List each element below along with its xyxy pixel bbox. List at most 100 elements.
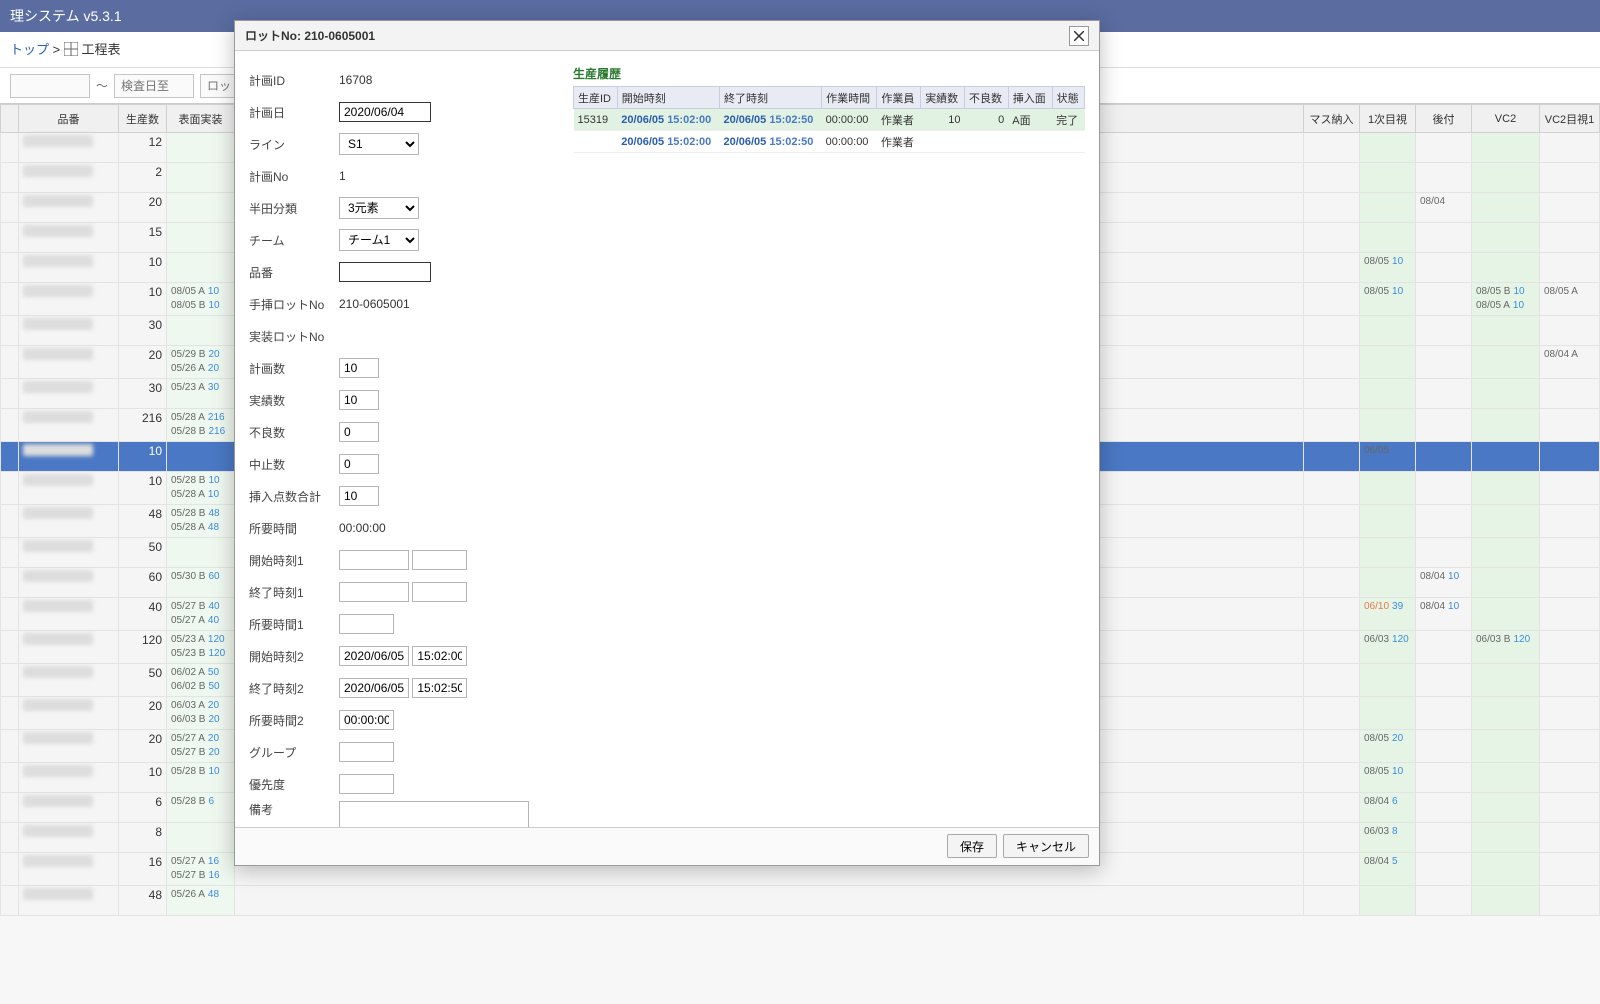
cell-process[interactable]: 08/0410 xyxy=(1416,568,1472,598)
cell-process[interactable] xyxy=(1360,193,1416,223)
cell-process[interactable]: 08/0520 xyxy=(1360,730,1416,763)
cell-process[interactable] xyxy=(1304,598,1360,631)
cell-process[interactable] xyxy=(1360,163,1416,193)
col-qty[interactable]: 生産数 xyxy=(119,105,167,133)
cell-process[interactable] xyxy=(1304,697,1360,730)
plan-date-input[interactable] xyxy=(339,102,431,122)
cell-process[interactable] xyxy=(1304,472,1360,505)
cell-process[interactable] xyxy=(1540,823,1600,853)
cell-process[interactable]: 06/05 xyxy=(1360,442,1416,472)
cell-process[interactable] xyxy=(1304,442,1360,472)
cell-process[interactable] xyxy=(167,223,235,253)
cell-process[interactable] xyxy=(167,823,235,853)
cell-process[interactable] xyxy=(1304,379,1360,409)
cell-process[interactable]: 05/28 B10 xyxy=(167,763,235,793)
cell-process[interactable] xyxy=(1304,163,1360,193)
cell-process[interactable] xyxy=(1540,409,1600,442)
cell-process[interactable] xyxy=(1416,409,1472,442)
cell-process[interactable] xyxy=(167,163,235,193)
cell-process[interactable] xyxy=(1304,853,1360,886)
cell-process[interactable]: 05/28 B1005/28 A10 xyxy=(167,472,235,505)
cell-process[interactable] xyxy=(1304,763,1360,793)
cell-process[interactable] xyxy=(1416,505,1472,538)
cell-process[interactable] xyxy=(1360,697,1416,730)
cell-process[interactable] xyxy=(1472,472,1540,505)
cell-process[interactable] xyxy=(1540,568,1600,598)
cell-process[interactable] xyxy=(1472,223,1540,253)
cell-process[interactable] xyxy=(1540,730,1600,763)
cell-process[interactable]: 06/1039 xyxy=(1360,598,1416,631)
cell-process[interactable] xyxy=(1416,283,1472,316)
cell-process[interactable] xyxy=(1472,316,1540,346)
cell-process[interactable] xyxy=(1360,538,1416,568)
ins-input[interactable] xyxy=(339,486,379,506)
cell-process[interactable] xyxy=(1416,379,1472,409)
plan-qty-input[interactable] xyxy=(339,358,379,378)
col-part[interactable]: 品番 xyxy=(19,105,119,133)
cell-process[interactable]: 08/04 A xyxy=(1540,346,1600,379)
cell-process[interactable] xyxy=(1540,793,1600,823)
cell-process[interactable] xyxy=(1360,409,1416,442)
cell-process[interactable] xyxy=(1472,253,1540,283)
cell-process[interactable] xyxy=(1540,223,1600,253)
cell-process[interactable]: 08/045 xyxy=(1360,853,1416,886)
cell-process[interactable] xyxy=(1540,253,1600,283)
col-vc2[interactable]: VC2 xyxy=(1472,105,1540,133)
cell-process[interactable] xyxy=(1416,793,1472,823)
cell-process[interactable] xyxy=(1360,664,1416,697)
cell-process[interactable] xyxy=(167,316,235,346)
cell-process[interactable] xyxy=(1416,886,1472,916)
cell-process[interactable] xyxy=(1360,316,1416,346)
cell-process[interactable]: 08/046 xyxy=(1360,793,1416,823)
cell-process[interactable] xyxy=(1304,133,1360,163)
cell-process[interactable] xyxy=(1304,730,1360,763)
cell-process[interactable] xyxy=(1304,193,1360,223)
cell-process[interactable] xyxy=(1472,193,1540,223)
cell-process[interactable] xyxy=(1540,379,1600,409)
cell-process[interactable] xyxy=(1472,346,1540,379)
st1-date-input[interactable] xyxy=(339,550,409,570)
cancel-button[interactable]: キャンセル xyxy=(1003,834,1089,858)
cell-process[interactable] xyxy=(1416,316,1472,346)
cell-process[interactable] xyxy=(1304,664,1360,697)
cell-process[interactable] xyxy=(1416,253,1472,283)
cell-process[interactable] xyxy=(1472,697,1540,730)
cell-process[interactable]: 08/0510 xyxy=(1360,253,1416,283)
cell-process[interactable] xyxy=(1472,568,1540,598)
cell-process[interactable] xyxy=(1540,631,1600,664)
cell-process[interactable] xyxy=(1540,193,1600,223)
cell-process[interactable] xyxy=(1416,442,1472,472)
cell-process[interactable] xyxy=(1540,133,1600,163)
cell-process[interactable] xyxy=(1360,505,1416,538)
stop-input[interactable] xyxy=(339,454,379,474)
cell-process[interactable] xyxy=(1472,133,1540,163)
cell-process[interactable] xyxy=(1304,346,1360,379)
cell-process[interactable] xyxy=(1472,823,1540,853)
cell-process[interactable]: 05/23 A30 xyxy=(167,379,235,409)
cell-process[interactable]: 08/04 xyxy=(1416,193,1472,223)
history-row[interactable]: 20/06/05 15:02:0020/06/05 15:02:5000:00:… xyxy=(574,131,1085,153)
breadcrumb-top[interactable]: トップ xyxy=(10,42,49,57)
cell-process[interactable] xyxy=(1472,730,1540,763)
cell-process[interactable]: 05/28 B6 xyxy=(167,793,235,823)
cell-process[interactable] xyxy=(1472,793,1540,823)
cell-process[interactable] xyxy=(1360,379,1416,409)
cell-process[interactable] xyxy=(1360,886,1416,916)
st2-time-input[interactable] xyxy=(412,646,467,666)
cell-process[interactable] xyxy=(235,886,1304,916)
st1-time-input[interactable] xyxy=(412,550,467,570)
cell-process[interactable] xyxy=(1416,223,1472,253)
cell-process[interactable] xyxy=(1540,538,1600,568)
cell-process[interactable]: 05/30 B60 xyxy=(167,568,235,598)
col-mass[interactable]: マス納入 xyxy=(1304,105,1360,133)
group-input[interactable] xyxy=(339,742,394,762)
et2-date-input[interactable] xyxy=(339,678,409,698)
st2-date-input[interactable] xyxy=(339,646,409,666)
cell-process[interactable] xyxy=(167,133,235,163)
col-surface[interactable]: 表面実装 xyxy=(167,105,235,133)
cell-process[interactable] xyxy=(1472,505,1540,538)
cell-process[interactable]: 05/28 A21605/28 B216 xyxy=(167,409,235,442)
cell-process[interactable]: 08/05 A1008/05 B10 xyxy=(167,283,235,316)
save-button[interactable]: 保存 xyxy=(947,834,997,858)
cell-process[interactable] xyxy=(1540,316,1600,346)
